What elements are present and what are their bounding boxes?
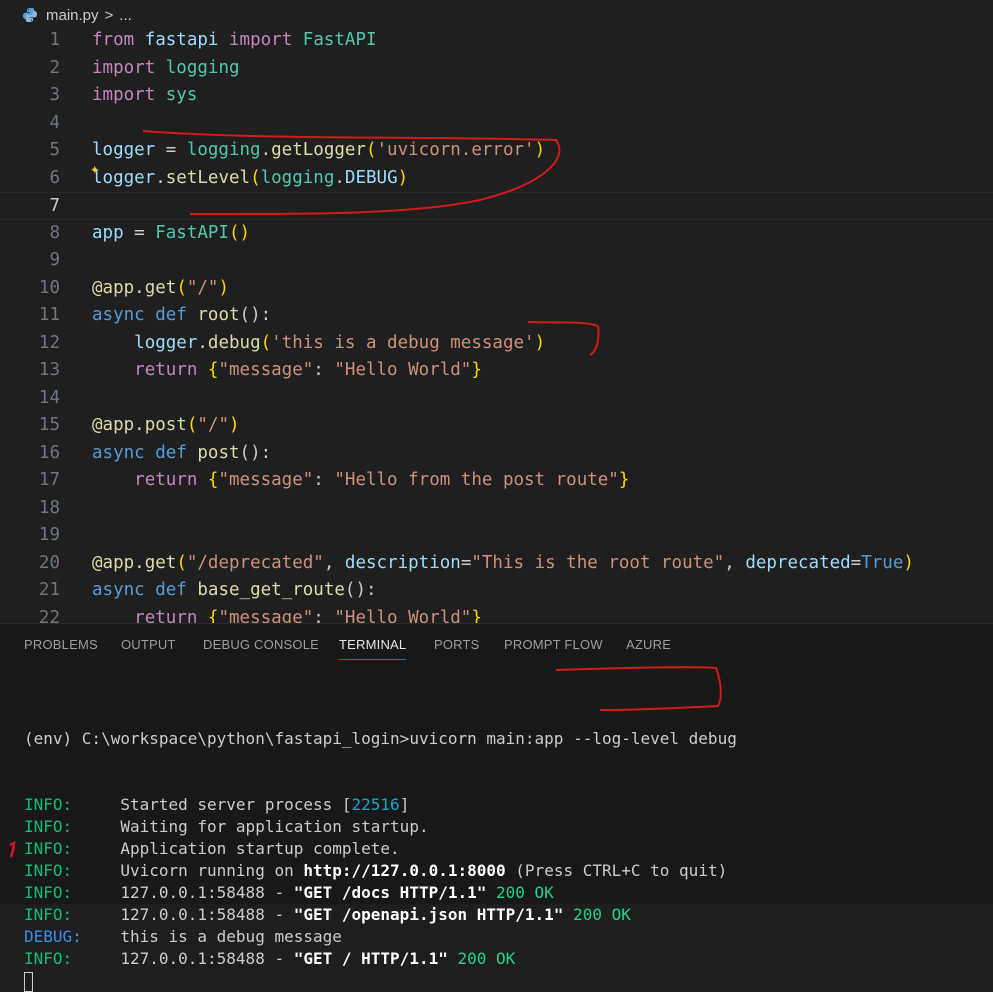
- breadcrumb-file[interactable]: main.py: [46, 7, 99, 24]
- code-text: @app.post("/"): [92, 415, 240, 435]
- bottom-panel: PROBLEMS OUTPUT DEBUG CONSOLE TERMINAL P…: [0, 623, 993, 992]
- line-number: 9: [49, 250, 60, 270]
- code-line[interactable]: 11 async def root():: [0, 302, 993, 330]
- code-text: @app.get("/deprecated", description="Thi…: [92, 552, 914, 573]
- code-text: from fastapi import FastAPI: [92, 30, 377, 50]
- code-line[interactable]: 12 logger.debug('this is a debug message…: [0, 330, 993, 358]
- breadcrumb-more[interactable]: ...: [119, 7, 132, 24]
- log-level: INFO:: [24, 795, 121, 814]
- terminal-log-line: INFO: 127.0.0.1:58488 - "GET /openapi.js…: [24, 905, 631, 924]
- code-line[interactable]: 19: [0, 522, 993, 550]
- code-line[interactable]: 21 async def base_get_route():: [0, 577, 993, 605]
- code-text: import sys: [92, 85, 198, 105]
- line-number: 4: [49, 112, 60, 133]
- code-line[interactable]: 7: [0, 192, 993, 220]
- line-number: 5: [49, 140, 60, 160]
- code-text: @app.get("/"): [92, 277, 230, 298]
- line-number: 19: [38, 525, 60, 545]
- code-line[interactable]: 22 return {"message": "Hello World"}: [0, 605, 993, 624]
- log-level: INFO:: [24, 817, 121, 836]
- code-text: app = FastAPI(): [92, 222, 251, 243]
- log-level: INFO:: [24, 839, 121, 858]
- code-line[interactable]: 4: [0, 110, 993, 138]
- line-number: 6: [49, 167, 60, 188]
- code-line[interactable]: 3 import sys: [0, 82, 993, 110]
- line-number: 20: [38, 552, 60, 573]
- tab-problems[interactable]: PROBLEMS: [24, 637, 98, 652]
- code-line[interactable]: 18: [0, 495, 993, 523]
- line-number: 1: [49, 30, 60, 50]
- line-number: 11: [38, 305, 60, 325]
- terminal-cursor: [24, 971, 33, 992]
- terminal-log-line: INFO: Application startup complete.: [24, 839, 400, 858]
- tab-azure[interactable]: AZURE: [626, 637, 671, 652]
- code-text: async def post():: [92, 442, 272, 463]
- code-line[interactable]: 13 return {"message": "Hello World"}: [0, 357, 993, 385]
- code-line[interactable]: 20 @app.get("/deprecated", description="T…: [0, 550, 993, 578]
- code-text: import logging: [92, 57, 240, 78]
- code-text: async def base_get_route():: [92, 580, 377, 600]
- terminal-cursor-line[interactable]: [24, 970, 737, 992]
- tab-output[interactable]: OUTPUT: [121, 637, 176, 652]
- python-file-icon: [22, 7, 38, 23]
- code-line[interactable]: 15 @app.post("/"): [0, 412, 993, 440]
- terminal-log-line: INFO: 127.0.0.1:58488 - "GET / HTTP/1.1"…: [24, 949, 516, 968]
- line-number: 8: [49, 222, 60, 243]
- log-level: INFO:: [24, 861, 121, 880]
- panel-tabs: PROBLEMS OUTPUT DEBUG CONSOLE TERMINAL P…: [0, 624, 993, 666]
- line-number: 3: [49, 85, 60, 105]
- code-text: logger = logging.getLogger('uvicorn.erro…: [92, 140, 546, 160]
- line-number: 16: [38, 442, 60, 463]
- code-line[interactable]: 1 from fastapi import FastAPI: [0, 27, 993, 55]
- code-line[interactable]: 9: [0, 247, 993, 275]
- code-line[interactable]: 14: [0, 385, 993, 413]
- breadcrumb: main.py > ...: [0, 0, 993, 30]
- line-number: 21: [38, 580, 60, 600]
- terminal-log-line: DEBUG: this is a debug message: [24, 927, 342, 946]
- line-number: 12: [38, 332, 60, 353]
- terminal-log-line: INFO: Uvicorn running on http://127.0.0.…: [24, 861, 728, 880]
- line-number: 10: [38, 277, 60, 298]
- tab-terminal[interactable]: TERMINAL: [339, 637, 407, 660]
- tab-debug-console[interactable]: DEBUG CONSOLE: [203, 637, 319, 652]
- code-text: async def root():: [92, 305, 272, 325]
- log-level: INFO:: [24, 949, 121, 968]
- code-text: return {"message": "Hello World"}: [134, 607, 482, 624]
- code-line[interactable]: 17 return {"message": "Hello from the po…: [0, 467, 993, 495]
- tab-prompt-flow[interactable]: PROMPT FLOW: [504, 637, 603, 652]
- breadcrumb-separator: >: [104, 6, 114, 24]
- code-text: return {"message": "Hello from the post …: [134, 470, 630, 490]
- code-text: return {"message": "Hello World"}: [134, 360, 482, 380]
- code-line[interactable]: 2 import logging: [0, 55, 993, 83]
- terminal-log-line: INFO: 127.0.0.1:58488 - "GET /docs HTTP/…: [24, 883, 554, 902]
- terminal-log-line: INFO: Started server process [22516]: [24, 795, 410, 814]
- line-number: 18: [38, 497, 60, 518]
- line-number: 15: [38, 415, 60, 435]
- line-number: 17: [38, 470, 60, 490]
- code-line[interactable]: 8 app = FastAPI(): [0, 220, 993, 248]
- log-level: INFO:: [24, 883, 121, 902]
- lightbulb-sparkle-icon[interactable]: ✦: [90, 159, 100, 178]
- code-line[interactable]: 16 async def post():: [0, 440, 993, 468]
- code-editor[interactable]: 1 from fastapi import FastAPI 2 import logg…: [0, 27, 993, 623]
- line-number: 22: [38, 607, 60, 624]
- code-line[interactable]: 10 @app.get("/"): [0, 275, 993, 303]
- line-number: 2: [49, 57, 60, 78]
- log-level: INFO:: [24, 905, 121, 924]
- line-number: 7: [49, 196, 60, 216]
- line-number: 13: [38, 360, 60, 380]
- code-line[interactable]: 5 logger = logging.getLogger('uvicorn.err…: [0, 137, 993, 165]
- code-text: logger.debug('this is a debug message'): [134, 332, 546, 353]
- log-level: DEBUG:: [24, 927, 121, 946]
- line-number: 14: [38, 387, 60, 408]
- code-text: logger.setLevel(logging.DEBUG): [92, 167, 409, 188]
- terminal-prompt: (env) C:\workspace\python\fastapi_login>…: [24, 729, 737, 748]
- code-line[interactable]: 6 logger.setLevel(logging.DEBUG) ✦: [0, 159, 993, 193]
- terminal-log-line: INFO: Waiting for application startup.: [24, 817, 429, 836]
- terminal-output[interactable]: (env) C:\workspace\python\fastapi_login>…: [24, 684, 737, 992]
- tab-ports[interactable]: PORTS: [434, 637, 480, 652]
